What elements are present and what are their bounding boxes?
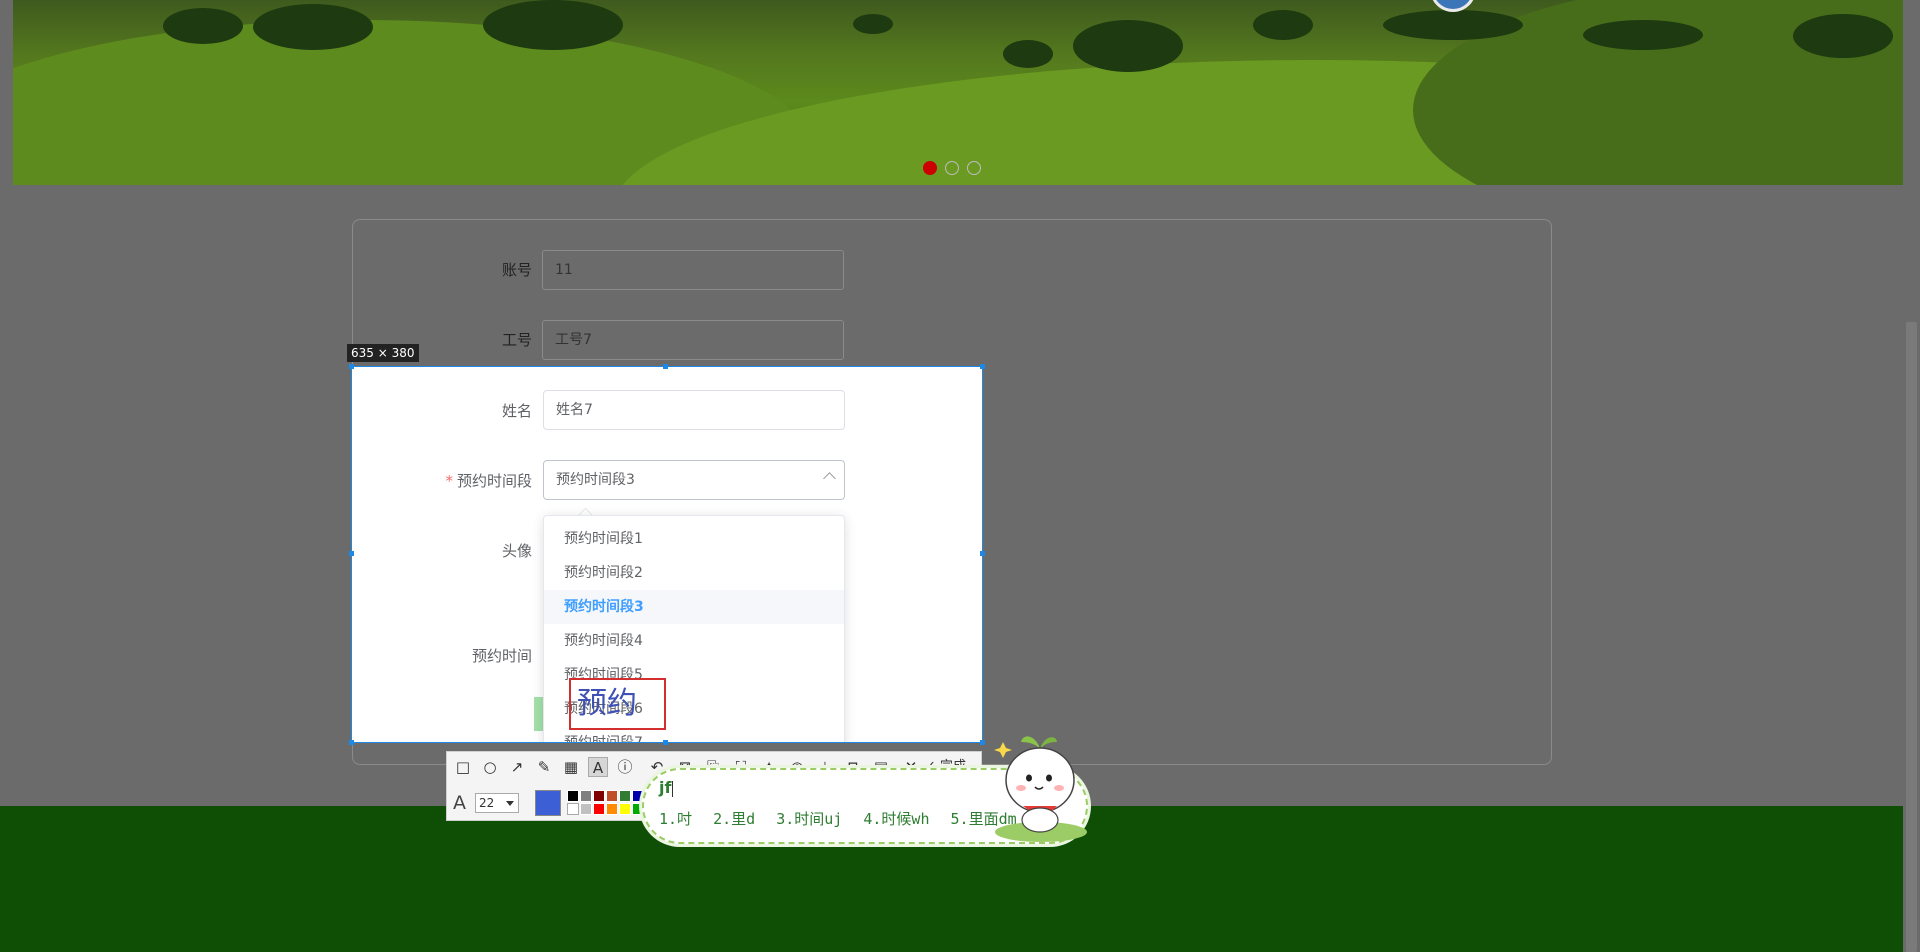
avatar-label: 头像 xyxy=(501,542,532,560)
scrollbar-thumb[interactable] xyxy=(1906,322,1917,952)
color-swatch[interactable] xyxy=(580,803,592,815)
time-slot-label: * 预约时间段 xyxy=(352,470,532,491)
chevron-up-icon[interactable] xyxy=(823,472,836,485)
color-swatch[interactable] xyxy=(619,790,631,802)
resize-handle[interactable] xyxy=(980,364,985,369)
font-size-select[interactable]: 22 xyxy=(475,793,519,813)
color-swatch[interactable] xyxy=(567,790,579,802)
color-swatch[interactable] xyxy=(580,790,592,802)
employee-id-input[interactable]: 工号7 xyxy=(542,320,844,360)
ime-candidate[interactable]: 1.吋 xyxy=(659,810,692,828)
dropdown-option[interactable]: 预约时间段4 xyxy=(544,624,844,658)
color-swatch[interactable] xyxy=(606,790,618,802)
ime-composition: jf xyxy=(659,778,674,797)
name-label: 姓名 xyxy=(501,402,532,420)
time-slot-label-text: 预约时间段 xyxy=(456,472,532,490)
font-size-value: 22 xyxy=(479,796,495,810)
text-caret xyxy=(672,780,674,797)
ime-composition-text: jf xyxy=(659,778,672,797)
resize-handle[interactable] xyxy=(663,364,668,369)
account-input[interactable]: 11 xyxy=(542,250,844,290)
color-swatch[interactable] xyxy=(593,790,605,802)
dropdown-option-selected[interactable]: 预约时间段3 xyxy=(544,590,844,624)
text-icon[interactable]: A xyxy=(588,757,608,777)
mosaic-icon[interactable]: ▦ xyxy=(561,757,581,777)
required-mark: * xyxy=(445,472,453,490)
resize-handle[interactable] xyxy=(663,740,668,745)
arrow-icon[interactable]: ↗ xyxy=(507,757,527,777)
ellipse-icon[interactable]: ○ xyxy=(480,757,500,777)
time-slot-select[interactable]: 预约时间段3 xyxy=(543,460,845,500)
dropdown-option[interactable]: 预约时间段2 xyxy=(544,556,844,590)
ime-candidate-list: 1.吋 2.里d 3.时间uj 4.时候wh 5.里面dm xyxy=(659,808,1029,829)
text-annotation-box[interactable]: 预约 xyxy=(569,678,666,730)
ime-mascot-icon xyxy=(994,736,1087,842)
current-color-swatch[interactable] xyxy=(535,790,561,816)
resize-handle[interactable] xyxy=(349,551,354,556)
pencil-icon[interactable]: ✎ xyxy=(534,757,554,777)
hero-banner xyxy=(13,0,1903,185)
dropdown-option[interactable]: 预约时间段1 xyxy=(544,522,844,556)
color-swatch[interactable] xyxy=(593,803,605,815)
number-icon[interactable]: ⓘ xyxy=(615,757,635,777)
account-label: 账号 xyxy=(501,261,532,279)
ime-candidate[interactable]: 2.里d xyxy=(713,810,755,828)
resize-handle[interactable] xyxy=(349,364,354,369)
font-size-icon: A xyxy=(453,792,466,814)
color-swatch[interactable] xyxy=(606,803,618,815)
carousel-dot-2[interactable] xyxy=(945,161,959,175)
screenshot-selection[interactable]: 姓名 姓名7 * 预约时间段 预约时间段3 头像 预约时间 预约时间段1 预约时间… xyxy=(351,366,983,743)
resize-handle[interactable] xyxy=(349,740,354,745)
ime-candidate[interactable]: 4.时候wh xyxy=(863,810,929,828)
carousel-dot-1[interactable] xyxy=(923,161,937,175)
resize-handle[interactable] xyxy=(980,551,985,556)
appointment-time-label: 预约时间 xyxy=(471,647,532,665)
selection-size-badge: 635 × 380 xyxy=(347,344,419,362)
rectangle-icon[interactable]: □ xyxy=(453,757,473,777)
carousel-dot-3[interactable] xyxy=(967,161,981,175)
name-input[interactable]: 姓名7 xyxy=(543,390,845,430)
chevron-down-icon xyxy=(506,801,514,806)
time-slot-value: 预约时间段3 xyxy=(556,472,635,488)
ime-candidate[interactable]: 3.时间uj xyxy=(776,810,842,828)
color-swatch[interactable] xyxy=(619,803,631,815)
color-swatch[interactable] xyxy=(567,803,579,815)
